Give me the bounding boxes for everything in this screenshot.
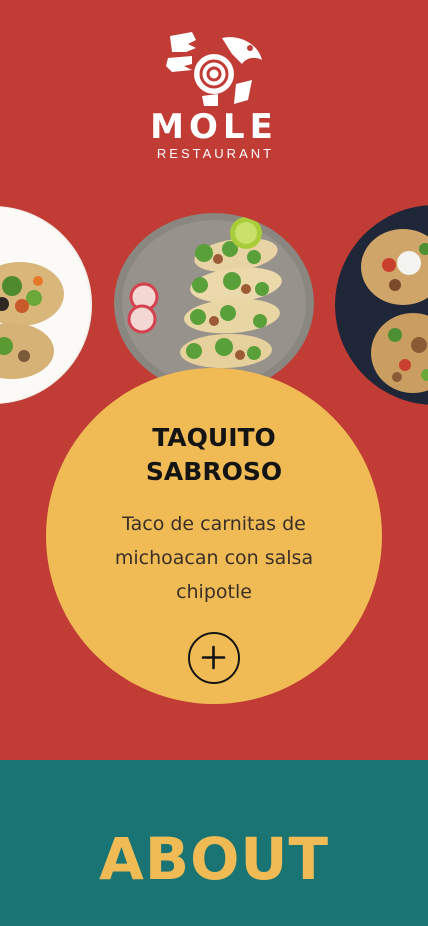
carousel-item-active[interactable] [114,213,314,393]
plus-circle-icon [201,645,226,670]
dish-description-line: chipotle [176,581,252,603]
aztec-bird-logo-icon [166,32,262,106]
dish-title-line: TAQUITO [152,423,276,452]
dish-description: Taco de carnitas de michoacan con salsa … [94,507,334,609]
carousel-item-next[interactable] [335,205,428,405]
brand-subtitle: RESTAURANT [156,146,275,161]
carousel-item-prev[interactable] [0,206,92,404]
add-dish-button[interactable] [188,632,240,684]
dish-description-line: Taco de carnitas de [122,513,306,535]
dish-title: TAQUITO SABROSO [0,421,428,489]
dish-title-line: SABROSO [145,457,283,486]
tacos-plate-center-image [114,213,314,393]
dish-description-line: michoacan con salsa [114,547,314,569]
about-title: ABOUT [98,825,330,893]
tacos-plate-left-image [0,206,92,404]
tacos-plate-right-image [335,205,428,405]
brand-name: MOLE [150,107,278,147]
